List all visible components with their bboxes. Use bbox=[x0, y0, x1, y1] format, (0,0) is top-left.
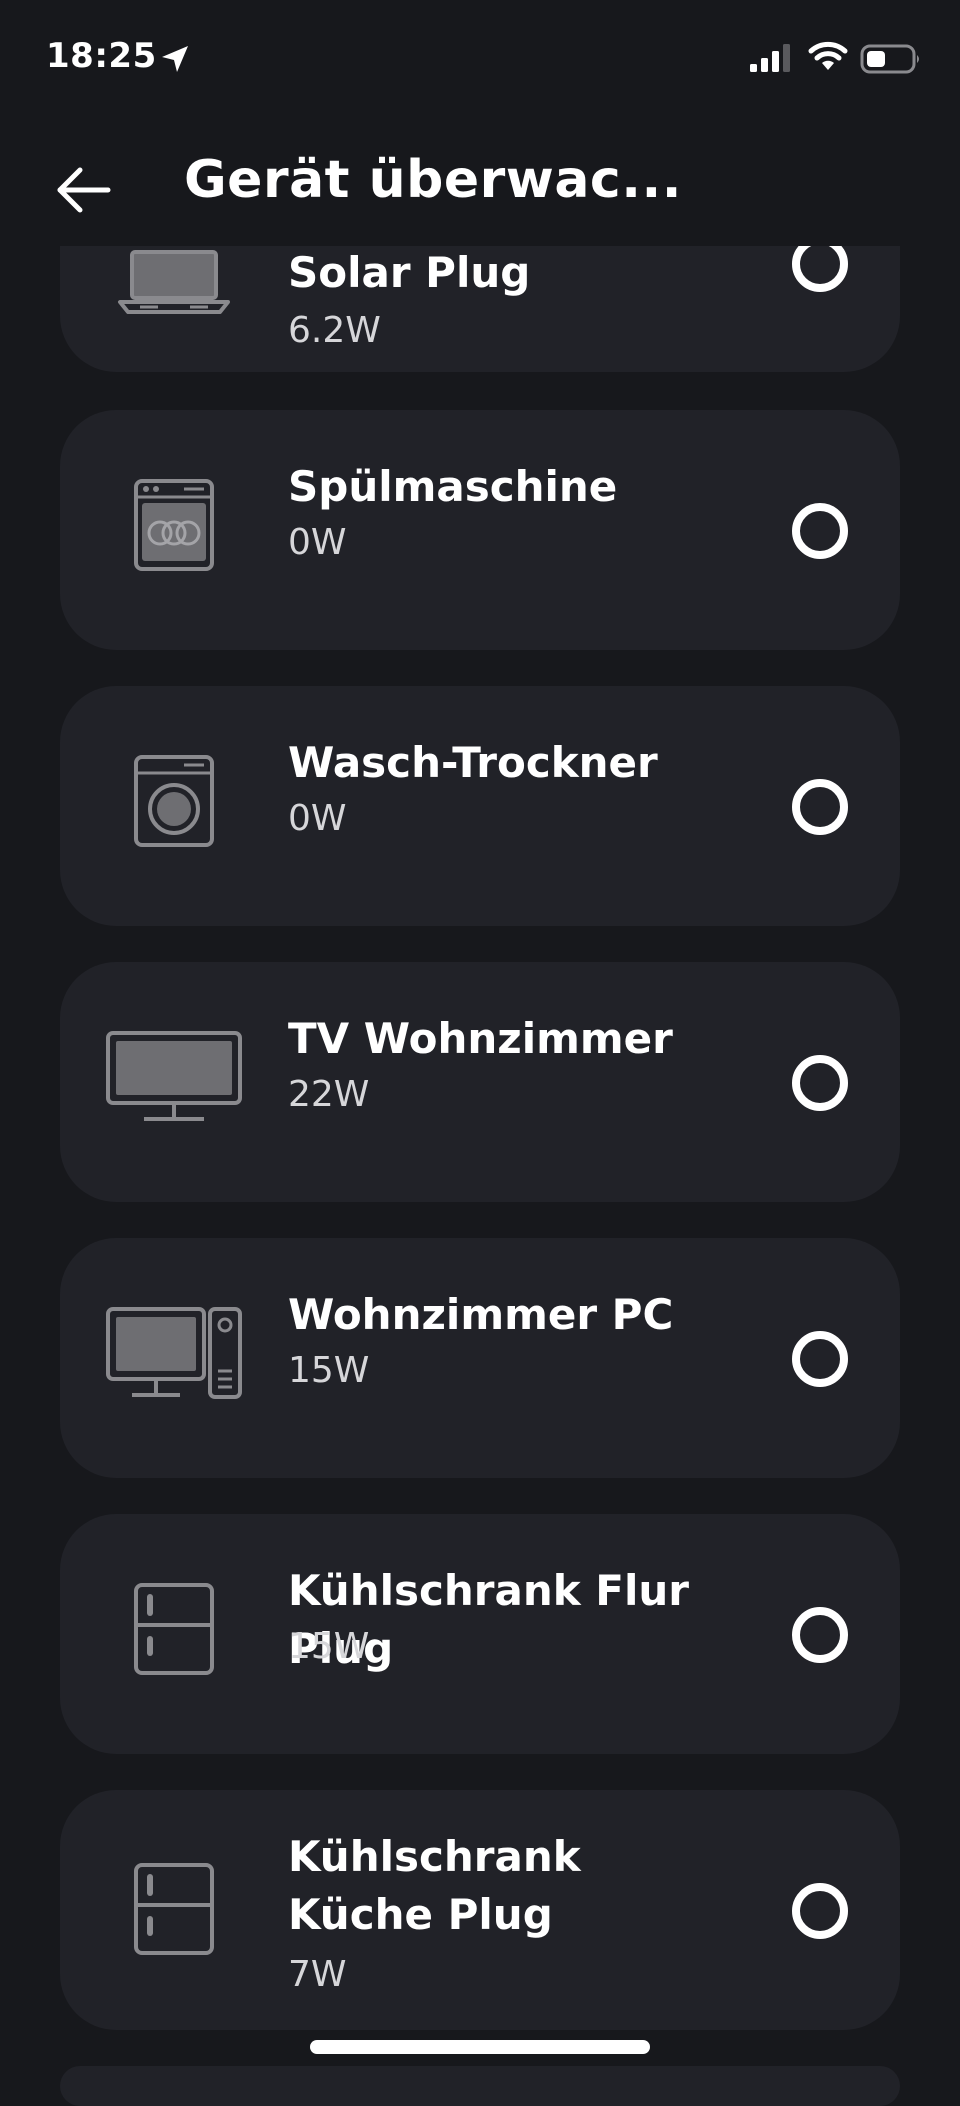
device-name: Wohnzimmer PC bbox=[288, 1290, 674, 1339]
device-name: Kühlschrank Küche Plug bbox=[288, 1832, 581, 1939]
cellular-signal-icon bbox=[750, 44, 790, 72]
home-indicator[interactable] bbox=[310, 2040, 650, 2054]
battery-icon bbox=[860, 44, 919, 74]
wifi-icon bbox=[808, 41, 848, 70]
device-name: TV Wohnzimmer bbox=[288, 1014, 673, 1063]
arrow-left-icon bbox=[57, 167, 111, 213]
desktop-pc-icon bbox=[104, 1298, 244, 1408]
device-name: Spülmaschine bbox=[288, 462, 618, 511]
tv-icon bbox=[104, 1022, 244, 1132]
device-power: 0W bbox=[288, 798, 347, 839]
select-radio[interactable] bbox=[792, 1883, 848, 1939]
select-radio[interactable] bbox=[792, 779, 848, 835]
select-radio[interactable] bbox=[792, 1607, 848, 1663]
select-radio[interactable] bbox=[792, 503, 848, 559]
status-bar: 18:25 bbox=[0, 0, 960, 120]
page-title: Gerät überwac... bbox=[184, 150, 683, 210]
device-list[interactable]: Solar Plug 6.2W Spülmaschine 0W Wasch-Tr… bbox=[0, 0, 960, 2106]
device-card-spuelmaschine[interactable]: Spülmaschine 0W bbox=[60, 410, 900, 650]
device-power: 15W bbox=[288, 1350, 370, 1391]
fridge-icon bbox=[104, 1574, 244, 1684]
device-power: 15W bbox=[288, 1626, 370, 1667]
device-power: 0W bbox=[288, 522, 347, 563]
washing-machine-icon bbox=[104, 746, 244, 856]
device-power: 7W bbox=[288, 1954, 347, 1995]
device-power: 6.2W bbox=[288, 310, 381, 351]
header: Gerät überwac... bbox=[0, 120, 960, 246]
status-time: 18:25 bbox=[46, 36, 157, 76]
device-name: Wasch-Trockner bbox=[288, 738, 658, 787]
device-power: 22W bbox=[288, 1074, 370, 1115]
select-radio[interactable] bbox=[792, 1055, 848, 1111]
device-card-wohnzimmer-pc[interactable]: Wohnzimmer PC 15W bbox=[60, 1238, 900, 1478]
device-card-next[interactable] bbox=[60, 2066, 900, 2106]
fridge-icon bbox=[104, 1854, 244, 1964]
device-card-kuehlschrank-flur[interactable]: Kühlschrank Flur Plug 15W bbox=[60, 1514, 900, 1754]
device-card-tv-wohnzimmer[interactable]: TV Wohnzimmer 22W bbox=[60, 962, 900, 1202]
dishwasher-icon bbox=[104, 470, 244, 580]
location-arrow-icon bbox=[162, 46, 188, 72]
select-radio[interactable] bbox=[792, 1331, 848, 1387]
device-card-wasch-trockner[interactable]: Wasch-Trockner 0W bbox=[60, 686, 900, 926]
device-card-kuehlschrank-kueche[interactable]: Kühlschrank Küche Plug 7W bbox=[60, 1790, 900, 2030]
back-button[interactable] bbox=[48, 158, 120, 222]
device-name: Solar Plug bbox=[288, 248, 531, 297]
